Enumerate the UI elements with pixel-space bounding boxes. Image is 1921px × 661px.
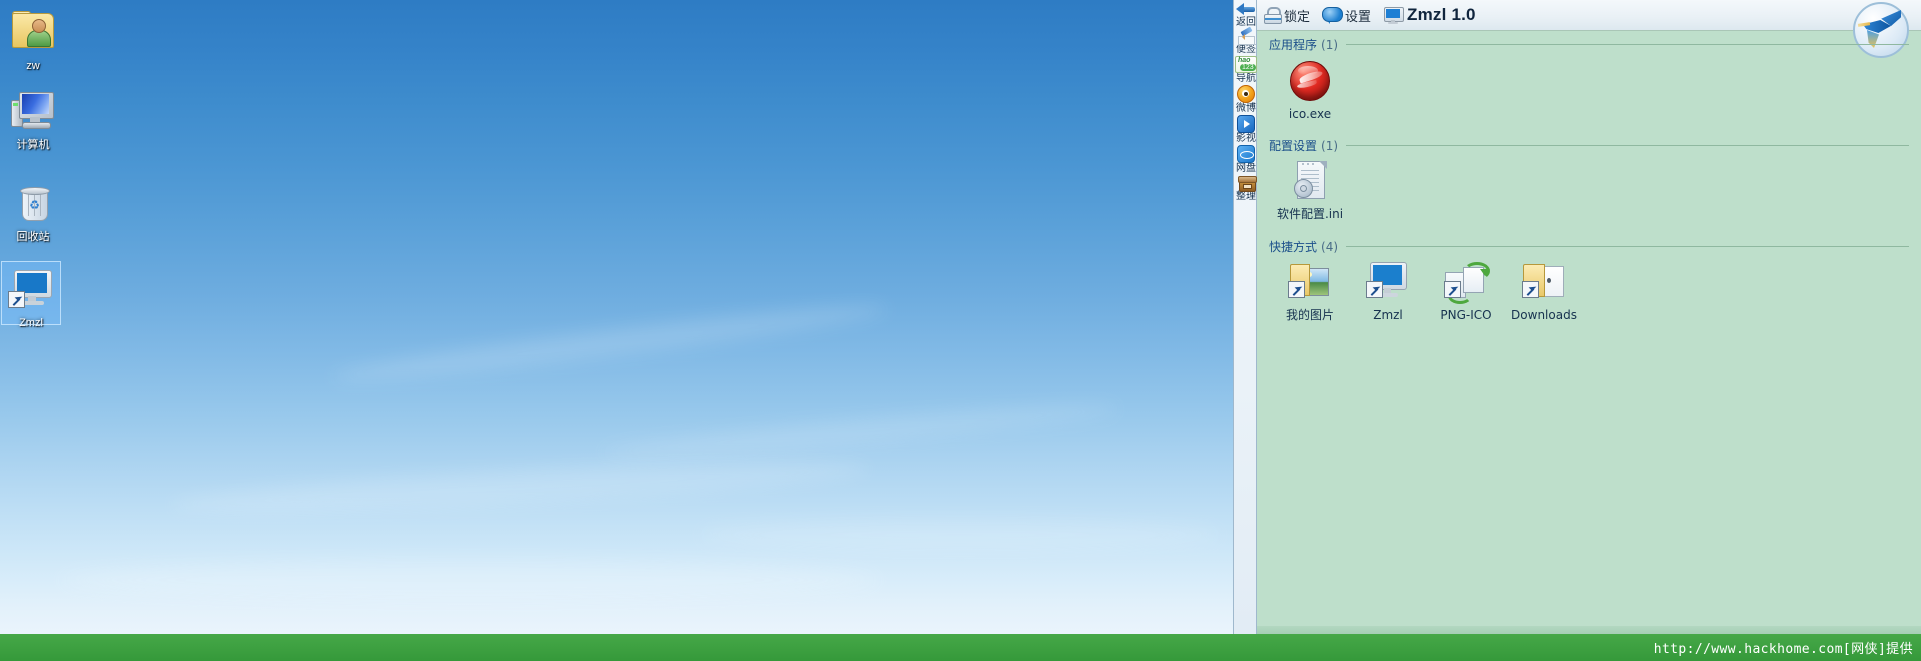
cloud-wisp (700, 520, 1220, 550)
section-title: 应用程序 (1269, 38, 1318, 52)
section-applications: 应用程序 (1) ico.exe (1257, 36, 1921, 121)
panel-item-zmzl[interactable]: Zmzl (1349, 261, 1427, 322)
panel-item-label: 我的图片 (1285, 308, 1334, 322)
section-count: (1) (1321, 37, 1339, 52)
settings-button-label: 设置 (1345, 9, 1372, 25)
tool-item-label: 便签 (1236, 44, 1256, 55)
panel-item-label: 软件配置.ini (1276, 207, 1344, 221)
back-arrow-icon (1236, 2, 1256, 17)
tool-item-label: 网盘 (1236, 163, 1256, 174)
pictures-folder-icon (1286, 262, 1334, 304)
monitor-shortcut-icon (1364, 262, 1412, 304)
tool-item-label: 整理 (1236, 191, 1256, 202)
cloud-wisp (330, 295, 890, 391)
desktop-icon-label: 计算机 (16, 139, 50, 151)
tool-item-label: 导航 (1236, 73, 1256, 84)
shortcut-arrow-icon (1522, 281, 1539, 298)
section-header: 快捷方式 (4) (1257, 238, 1921, 255)
organize-box-icon (1237, 175, 1257, 192)
tool-item-back[interactable]: 返回 (1234, 2, 1258, 28)
desktop-icon-computer[interactable]: 计算机 (2, 88, 64, 152)
shortcut-arrow-icon (1288, 281, 1305, 298)
section-divider (1346, 44, 1909, 45)
panel-item-my-pictures[interactable]: 我的图片 (1271, 261, 1349, 322)
panel-header: 锁定 设置 Zmzl 1.0 (1257, 0, 1921, 58)
panel-footer (1257, 626, 1921, 634)
ini-config-file-icon (1286, 161, 1334, 203)
section-items: ico.exe (1257, 59, 1921, 121)
tool-item-organize[interactable]: 整理 (1234, 175, 1258, 202)
section-count: (1) (1321, 138, 1339, 153)
downloads-folder-icon (1520, 262, 1568, 304)
section-title: 快捷方式 (1269, 240, 1318, 254)
section-count: (4) (1321, 239, 1339, 254)
section-shortcuts: 快捷方式 (4) 我的图片 Zmzl PNG-ICO Downloads (1257, 238, 1921, 322)
tool-item-label: 影视 (1236, 133, 1256, 144)
panel-item-label: Downloads (1511, 308, 1577, 322)
recycle-bin-icon: ♻ (9, 182, 57, 228)
panel-item-label: Zmzl (1373, 308, 1403, 322)
cloud-disk-icon (1237, 145, 1255, 163)
shortcut-arrow-icon (1366, 281, 1383, 298)
desktop-icon-label: Zmzl (19, 317, 43, 329)
chat-bubble-icon (1322, 7, 1344, 24)
shortcut-arrow-icon (8, 291, 25, 308)
video-play-icon (1237, 115, 1255, 133)
vertical-tool-strip: 返回 便签 hao 123 导航 微博 影视 网盘 整理 (1233, 0, 1257, 634)
shortcut-arrow-icon (1444, 281, 1461, 298)
panel-item-label: ico.exe (1288, 107, 1332, 121)
tool-item-navigation[interactable]: hao 123 导航 (1234, 56, 1258, 84)
tool-item-video[interactable]: 影视 (1234, 115, 1258, 144)
section-items: 我的图片 Zmzl PNG-ICO Downloads (1257, 261, 1921, 322)
desktop-icon-zmzl[interactable]: Zmzl (1, 261, 61, 329)
tool-item-sticky-note[interactable]: 便签 (1234, 26, 1258, 55)
cloud-wisp (169, 451, 871, 523)
tool-item-cloud-disk[interactable]: 网盘 (1234, 145, 1258, 174)
png-ico-convert-icon (1442, 262, 1490, 304)
tool-item-label: 微博 (1236, 103, 1256, 114)
hao123-navigation-icon: hao 123 (1235, 56, 1257, 73)
panel-item-ico-exe[interactable]: ico.exe (1271, 59, 1349, 121)
computer-icon (9, 90, 57, 136)
red-ball-app-icon (1286, 61, 1334, 103)
section-items: 软件配置.ini (1257, 160, 1921, 221)
lock-icon (1264, 7, 1282, 24)
zmzl-panel: 锁定 设置 Zmzl 1.0 应用程序 (1) ico.exe 配置设置 (1)… (1257, 0, 1921, 634)
cloud-wisp (60, 560, 880, 600)
settings-button[interactable]: 设置 (1322, 6, 1371, 25)
section-header: 应用程序 (1) (1257, 36, 1921, 53)
section-title: 配置设置 (1269, 139, 1318, 153)
panel-item-label: PNG-ICO (1440, 308, 1492, 322)
section-configuration: 配置设置 (1) 软件配置.ini (1257, 137, 1921, 221)
user-folder-icon (9, 11, 57, 57)
desktop-icon-label: zw (26, 60, 40, 72)
lock-button[interactable]: 锁定 (1264, 6, 1310, 25)
app-title: Zmzl 1.0 (1407, 5, 1476, 24)
desktop-wallpaper[interactable]: zw 计算机 ♻ 回收站 Zmzl (0, 0, 1233, 634)
sticky-note-pen-icon (1237, 26, 1255, 45)
lock-button-label: 锁定 (1284, 9, 1311, 25)
section-divider (1346, 246, 1909, 247)
tool-item-weibo[interactable]: 微博 (1234, 85, 1258, 114)
screen: zw 计算机 ♻ 回收站 Zmzl 返回 便签 hao 123 导航 微博 影视… (0, 0, 1921, 661)
desktop-icon-label: 回收站 (16, 231, 50, 243)
desktop-icon-recycle-bin[interactable]: ♻ 回收站 (2, 180, 64, 244)
panel-item-config-ini[interactable]: 软件配置.ini (1271, 160, 1349, 221)
app-title-group: Zmzl 1.0 (1383, 5, 1476, 25)
tool-item-label: 返回 (1236, 17, 1256, 28)
cloud-wisp (600, 397, 1120, 465)
desktop-icon-zw[interactable]: zw (2, 8, 64, 73)
section-header: 配置设置 (1) (1257, 137, 1921, 154)
panel-item-png-ico[interactable]: PNG-ICO (1427, 261, 1505, 322)
weibo-icon (1237, 85, 1255, 103)
monitor-shortcut-icon (7, 268, 55, 314)
status-bar-url: http://www.hackhome.com[网侠]提供 (1653, 642, 1913, 657)
status-bar: http://www.hackhome.com[网侠]提供 (0, 634, 1921, 661)
section-divider (1346, 145, 1909, 146)
monitor-icon (1383, 6, 1405, 24)
panel-item-downloads[interactable]: Downloads (1505, 261, 1583, 322)
